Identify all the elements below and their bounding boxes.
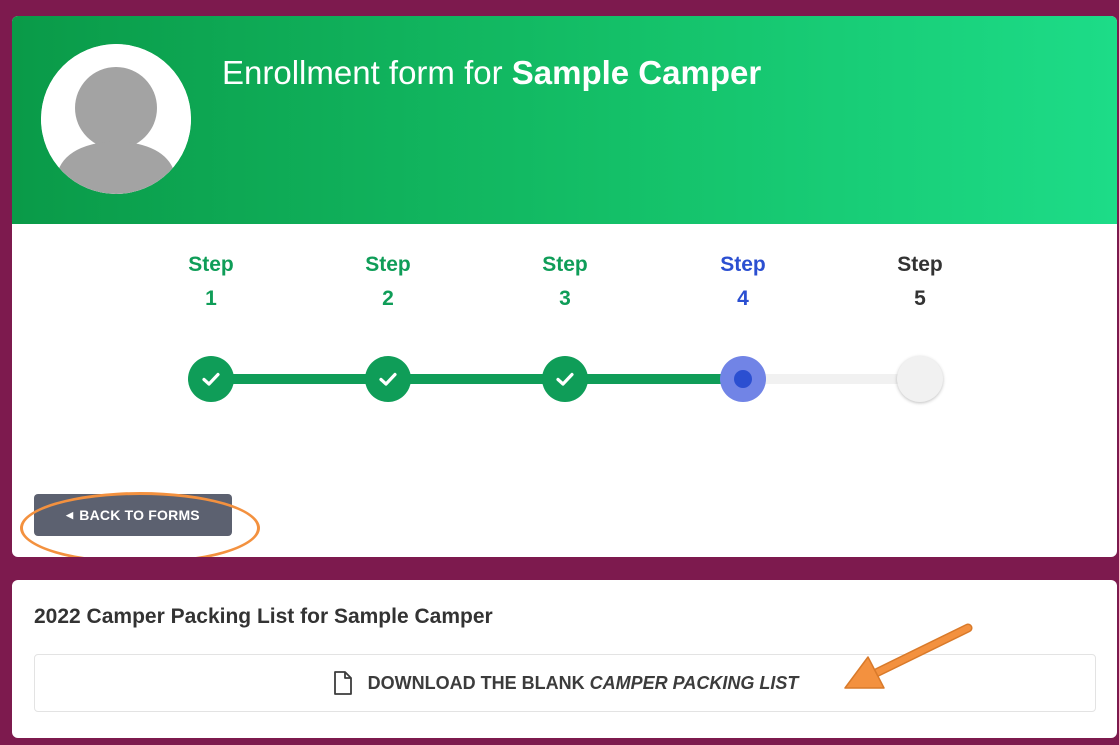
packing-list-title: 2022 Camper Packing List for Sample Camp… (34, 605, 493, 628)
current-step-dot (734, 370, 752, 388)
progress-track-complete (211, 374, 743, 384)
check-icon (379, 372, 397, 386)
camper-name: Sample Camper (511, 54, 762, 91)
step-label-1: Step 1 (188, 253, 234, 310)
step-node-5[interactable] (897, 356, 943, 402)
caret-left-icon: ◀ (66, 509, 74, 520)
avatar (41, 44, 191, 194)
step-label-3: Step 3 (542, 253, 588, 310)
step-node-1[interactable] (188, 356, 234, 402)
enrollment-card: Enrollment form for Sample Camper Step 1 … (12, 16, 1117, 557)
download-label: DOWNLOAD THE BLANK CAMPER PACKING LIST (368, 673, 799, 694)
download-packing-list-button[interactable]: DOWNLOAD THE BLANK CAMPER PACKING LIST (34, 654, 1096, 712)
user-silhouette-icon (41, 44, 191, 194)
back-button-label: BACK TO FORMS (79, 507, 200, 523)
step-label-5: Step 5 (897, 253, 943, 310)
file-icon (333, 671, 352, 695)
page-title: Enrollment form for Sample Camper (222, 54, 761, 92)
download-label-prefix: DOWNLOAD THE BLANK (367, 672, 590, 693)
step-label-2: Step 2 (365, 253, 411, 310)
progress-track-remaining (743, 374, 920, 384)
check-icon (202, 372, 220, 386)
step-progress: Step 1 Step 2 Step 3 Step 4 Step 5 (12, 224, 1117, 424)
step-node-4[interactable] (720, 356, 766, 402)
back-to-forms-button[interactable]: ◀ BACK TO FORMS (34, 494, 232, 536)
step-node-2[interactable] (365, 356, 411, 402)
step-label-4: Step 4 (720, 253, 766, 310)
check-icon (556, 372, 574, 386)
header-banner: Enrollment form for Sample Camper (12, 16, 1117, 224)
step-node-3[interactable] (542, 356, 588, 402)
packing-list-card: 2022 Camper Packing List for Sample Camp… (12, 580, 1117, 738)
download-label-emphasis: CAMPER PACKING LIST (589, 672, 799, 693)
title-prefix: Enrollment form for (222, 54, 512, 91)
